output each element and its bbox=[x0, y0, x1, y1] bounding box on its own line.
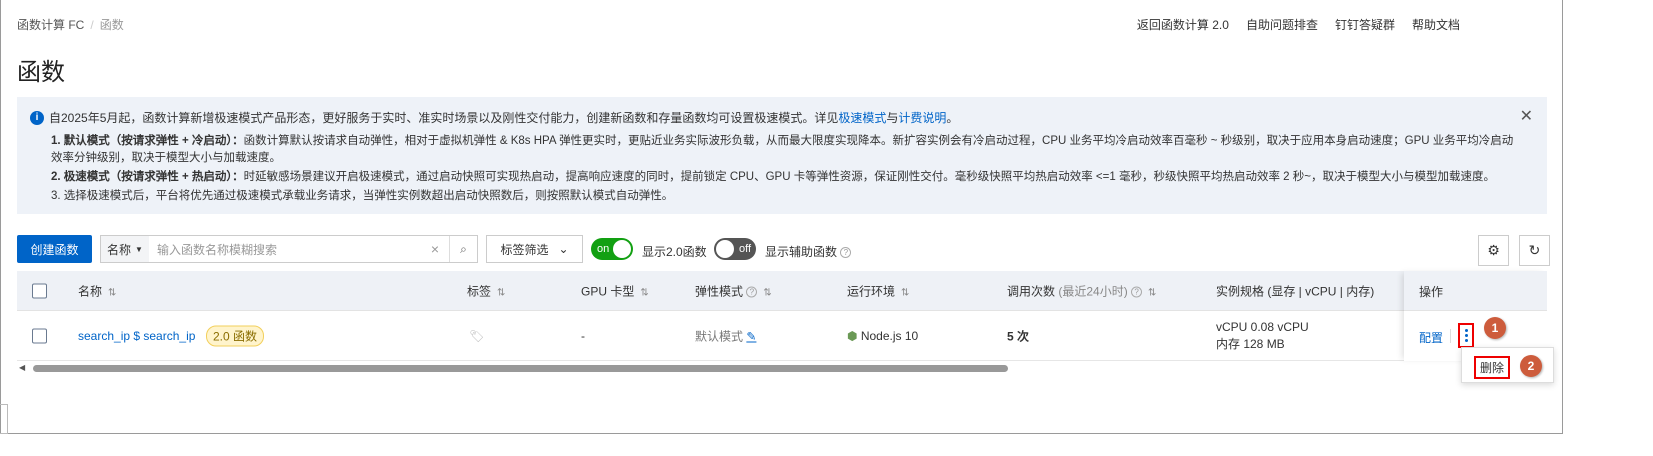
clear-icon[interactable]: × bbox=[421, 241, 449, 257]
link-troubleshoot[interactable]: 自助问题排查 bbox=[1246, 16, 1318, 33]
col-spec: 实例规格 (显存 | vCPU | 内存) bbox=[1216, 284, 1375, 298]
tag-filter-button[interactable]: 标签筛选 ⌄ bbox=[486, 235, 583, 263]
show-aux-label: 显示辅助函数 ? bbox=[765, 243, 852, 260]
show-v2-label: 显示2.0函数 bbox=[642, 245, 707, 259]
search-box: 名称 ▼ 输入函数名称模糊搜索 × ⌕ bbox=[100, 235, 478, 263]
call-count: 5 次 bbox=[1007, 329, 1030, 343]
table-row: search_ip $ search_ip 2.0 函数 🏷 - 默认模式 ✎ … bbox=[17, 311, 1547, 361]
chevron-down-icon: ⌄ bbox=[558, 242, 569, 256]
col-tags[interactable]: 标签 ⇅ bbox=[467, 282, 505, 299]
page-title: 函数 bbox=[17, 59, 65, 86]
more-actions-button[interactable] bbox=[1458, 323, 1474, 348]
link-fast-mode[interactable]: 极速模式 bbox=[838, 111, 886, 125]
refresh-icon: ↻ bbox=[1528, 242, 1541, 258]
col-gpu[interactable]: GPU 卡型 ⇅ bbox=[581, 282, 649, 299]
show-aux-toggle[interactable]: off bbox=[714, 238, 756, 260]
scrollbar-thumb[interactable] bbox=[33, 365, 1008, 372]
notice-item-3: 3. 选择极速模式后，平台将优先通过极速模式承载业务请求，当弹性实例数超出启动快… bbox=[51, 190, 674, 202]
sort-icon[interactable]: ⇅ bbox=[901, 287, 909, 298]
help-icon[interactable]: ? bbox=[840, 247, 852, 259]
caret-down-icon: ▼ bbox=[135, 244, 143, 254]
col-ops: 操作 bbox=[1404, 271, 1547, 311]
notice-item-1: 1. 默认模式（按请求弹性 + 冷启动）：函数计算默认按请求自动弹性，相对于虚拟… bbox=[51, 135, 1514, 164]
top-links: 返回函数计算 2.0 自助问题排查 钉钉答疑群 帮助文档 bbox=[1137, 16, 1460, 33]
sort-icon[interactable]: ⇅ bbox=[640, 287, 648, 298]
help-icon[interactable]: ? bbox=[746, 286, 758, 298]
step-marker-1: 1 bbox=[1484, 317, 1506, 339]
elastic-mode: 默认模式 ✎ bbox=[695, 329, 757, 343]
runtime: ⬢ Node.js 10 bbox=[847, 328, 919, 343]
notice-text: 自2025年5月起，函数计算新增极速模式产品形态，更好服务于实时、准实时场景以及… bbox=[49, 111, 959, 125]
edit-icon[interactable]: ✎ bbox=[746, 329, 756, 343]
link-help-docs[interactable]: 帮助文档 bbox=[1412, 16, 1460, 33]
col-runtime[interactable]: 运行环境 ⇅ bbox=[847, 282, 909, 299]
tag-icon[interactable]: 🏷 bbox=[469, 329, 484, 343]
notice-banner: i 自2025年5月起，函数计算新增极速模式产品形态，更好服务于实时、准实时场景… bbox=[17, 97, 1547, 214]
info-icon: i bbox=[30, 110, 44, 125]
function-name-link[interactable]: search_ip $ search_ip bbox=[78, 329, 195, 343]
horizontal-scrollbar[interactable]: ◀ bbox=[17, 363, 1547, 373]
search-field-select[interactable]: 名称 ▼ bbox=[101, 236, 149, 262]
create-function-button[interactable]: 创建函数 bbox=[17, 235, 92, 263]
col-elastic[interactable]: 弹性模式 ? ⇅ bbox=[695, 282, 772, 299]
link-dingtalk[interactable]: 钉钉答疑群 bbox=[1335, 16, 1395, 33]
refresh-button[interactable]: ↻ bbox=[1519, 235, 1550, 266]
settings-button[interactable]: ⚙ bbox=[1478, 235, 1509, 266]
instance-spec: vCPU 0.08 vCPU 内存 128 MB bbox=[1216, 319, 1309, 351]
breadcrumb: 函数计算 FC / 函数 bbox=[17, 18, 124, 32]
select-all-checkbox[interactable] bbox=[32, 283, 47, 298]
sort-icon[interactable]: ⇅ bbox=[497, 287, 505, 298]
scroll-left-icon[interactable]: ◀ bbox=[19, 363, 25, 372]
config-link[interactable]: 配置 bbox=[1419, 329, 1443, 346]
col-calls[interactable]: 调用次数 (最近24小时) ? ⇅ bbox=[1007, 282, 1156, 299]
close-icon[interactable]: ✕ bbox=[1520, 106, 1533, 126]
col-name[interactable]: 名称 ⇅ bbox=[78, 282, 116, 299]
gpu-value: - bbox=[581, 328, 585, 343]
row-checkbox[interactable] bbox=[32, 328, 47, 343]
breadcrumb-current: 函数 bbox=[99, 18, 124, 32]
search-icon[interactable]: ⌕ bbox=[449, 236, 477, 262]
link-back-fc2[interactable]: 返回函数计算 2.0 bbox=[1137, 16, 1229, 33]
table-header: 名称 ⇅ 标签 ⇅ GPU 卡型 ⇅ 弹性模式 ? ⇅ 运行环境 ⇅ 调用次数 (最近24… bbox=[17, 271, 1547, 311]
sort-icon[interactable]: ⇅ bbox=[1148, 287, 1156, 298]
notice-item-2: 2. 极速模式（按请求弹性 + 热启动）：时延敏感场景建议开启极速模式，通过启动… bbox=[51, 171, 1495, 183]
help-icon[interactable]: ? bbox=[1131, 286, 1143, 298]
link-billing[interactable]: 计费说明 bbox=[898, 111, 946, 125]
gear-icon: ⚙ bbox=[1487, 242, 1500, 258]
side-handle bbox=[0, 404, 8, 434]
page-frame: 函数计算 FC / 函数 返回函数计算 2.0 自助问题排查 钉钉答疑群 帮助文档 … bbox=[0, 0, 1563, 434]
show-v2-toggle[interactable]: on bbox=[591, 238, 633, 260]
sort-icon[interactable]: ⇅ bbox=[763, 287, 771, 298]
nodejs-icon: ⬢ bbox=[847, 328, 858, 343]
breadcrumb-fc[interactable]: 函数计算 FC bbox=[17, 18, 84, 32]
search-input[interactable]: 输入函数名称模糊搜索 bbox=[149, 241, 421, 258]
version-badge: 2.0 函数 bbox=[206, 325, 265, 346]
sort-icon[interactable]: ⇅ bbox=[108, 287, 116, 298]
